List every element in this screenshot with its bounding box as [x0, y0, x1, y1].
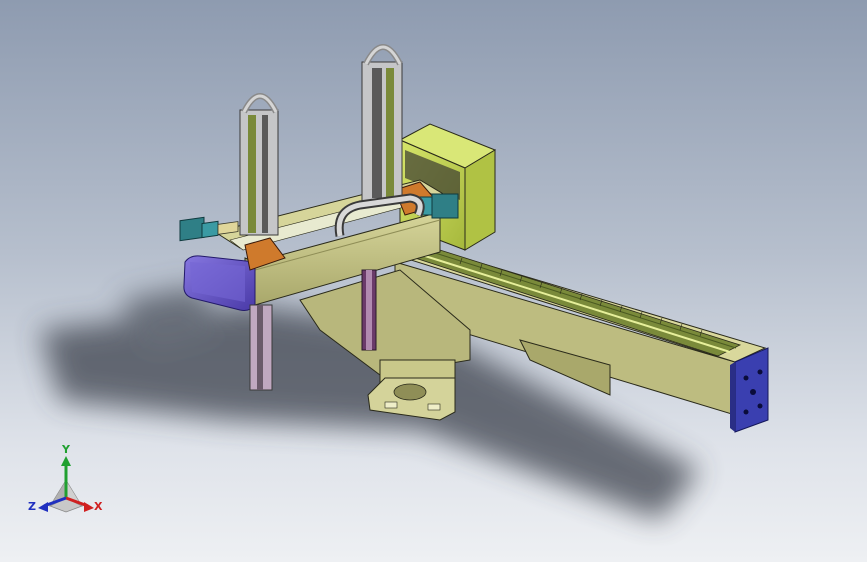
- x-axis-label: X: [94, 500, 103, 513]
- cad-viewport[interactable]: Y X Z: [0, 0, 867, 562]
- coordinate-triad: Y X Z: [28, 443, 103, 513]
- z-axis-label: Z: [28, 500, 36, 513]
- y-axis-label: Y: [61, 443, 71, 456]
- gantry-robot-model[interactable]: [0, 0, 867, 562]
